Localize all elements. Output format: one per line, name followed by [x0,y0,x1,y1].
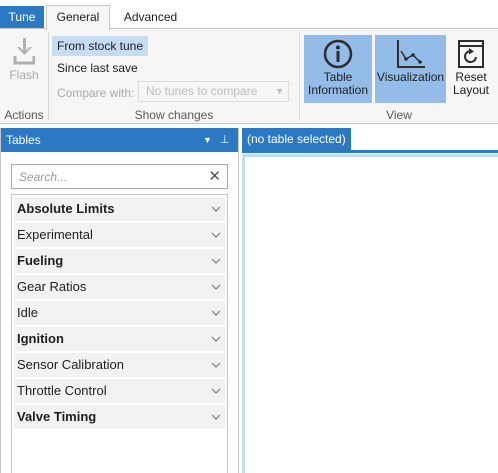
table-category-item[interactable]: Ignition [14,327,225,351]
document-area [242,150,498,473]
chevron-down-icon [211,258,221,264]
view-group-label: View [386,108,412,122]
table-category-item[interactable]: Idle [14,301,225,325]
tables-panel-header: Tables ▼ ⊥ [1,128,238,152]
table-information-button[interactable]: Table Information [304,35,372,103]
table-category-label: Fueling [17,253,64,268]
show-changes-group: From stock tune Since last save Compare … [0,29,300,124]
document-tab[interactable]: (no table selected) [242,128,351,152]
view-group: Table Information Visualization Reset La… [300,29,498,124]
document-content [242,154,498,473]
compare-with-label: Compare with: [57,86,135,100]
reset-layout-icon [458,40,484,68]
table-category-label: Valve Timing [17,409,97,424]
dropdown-arrow-icon: ▼ [275,86,284,96]
reset-layout-button[interactable]: Reset Layout [449,35,493,103]
table-information-label-line2: Information [307,83,369,97]
chevron-down-icon [211,388,221,394]
chevron-down-icon [211,206,221,212]
table-category-label: Ignition [17,331,64,346]
chevron-down-icon [211,310,221,316]
chevron-down-icon [211,232,221,238]
chevron-down-icon [211,362,221,368]
table-category-label: Experimental [17,227,93,242]
table-category-item[interactable]: Gear Ratios [14,275,225,299]
chevron-down-icon [211,336,221,342]
info-icon [323,39,353,69]
table-category-item[interactable]: Fueling [14,249,225,273]
tab-advanced[interactable]: Advanced [113,6,188,29]
show-changes-group-label: Show changes [134,108,214,122]
chevron-down-icon [211,284,221,290]
table-category-label: Idle [17,305,38,320]
tab-general[interactable]: General [46,5,110,30]
option-from-stock-tune[interactable]: From stock tune [52,36,149,56]
pin-icon[interactable]: ⊥ [220,128,230,152]
visualization-button[interactable]: Visualization [375,35,446,103]
ribbon-tabstrip: Tune General Advanced [0,0,498,30]
table-category-item[interactable]: Valve Timing [14,405,225,429]
visualization-label: Visualization [376,70,445,84]
chevron-down-icon [211,414,221,420]
table-category-item[interactable]: Sensor Calibration [14,353,225,377]
tables-list: Absolute Limits Experimental Fueling Gea… [11,194,228,473]
compare-with-dropdown[interactable]: No tunes to compare ▼ [138,81,289,102]
line-chart-icon [396,40,425,68]
table-category-item[interactable]: Experimental [14,223,225,247]
table-category-label: Absolute Limits [17,201,115,216]
table-category-label: Throttle Control [17,383,107,398]
tables-search-input[interactable] [12,165,197,188]
option-since-last-save[interactable]: Since last save [52,58,143,78]
tables-panel: Tables ▼ ⊥ ✕ Absolute Limits Experimenta… [0,128,239,473]
table-category-label: Gear Ratios [17,279,87,294]
tab-tune[interactable]: Tune [0,6,44,29]
compare-with-value: No tunes to compare [146,84,258,98]
panel-dropdown-icon[interactable]: ▼ [203,128,212,152]
table-category-item[interactable]: Absolute Limits [14,197,225,221]
clear-search-icon[interactable]: ✕ [208,167,221,186]
tables-panel-title: Tables [6,133,41,147]
table-category-label: Sensor Calibration [17,357,124,372]
ribbon-panel: Flash Actions From stock tune Since last… [0,28,498,124]
table-category-item[interactable]: Throttle Control [14,379,225,403]
tables-search-box: ✕ [11,164,228,189]
reset-layout-label-line2: Layout [452,83,490,97]
